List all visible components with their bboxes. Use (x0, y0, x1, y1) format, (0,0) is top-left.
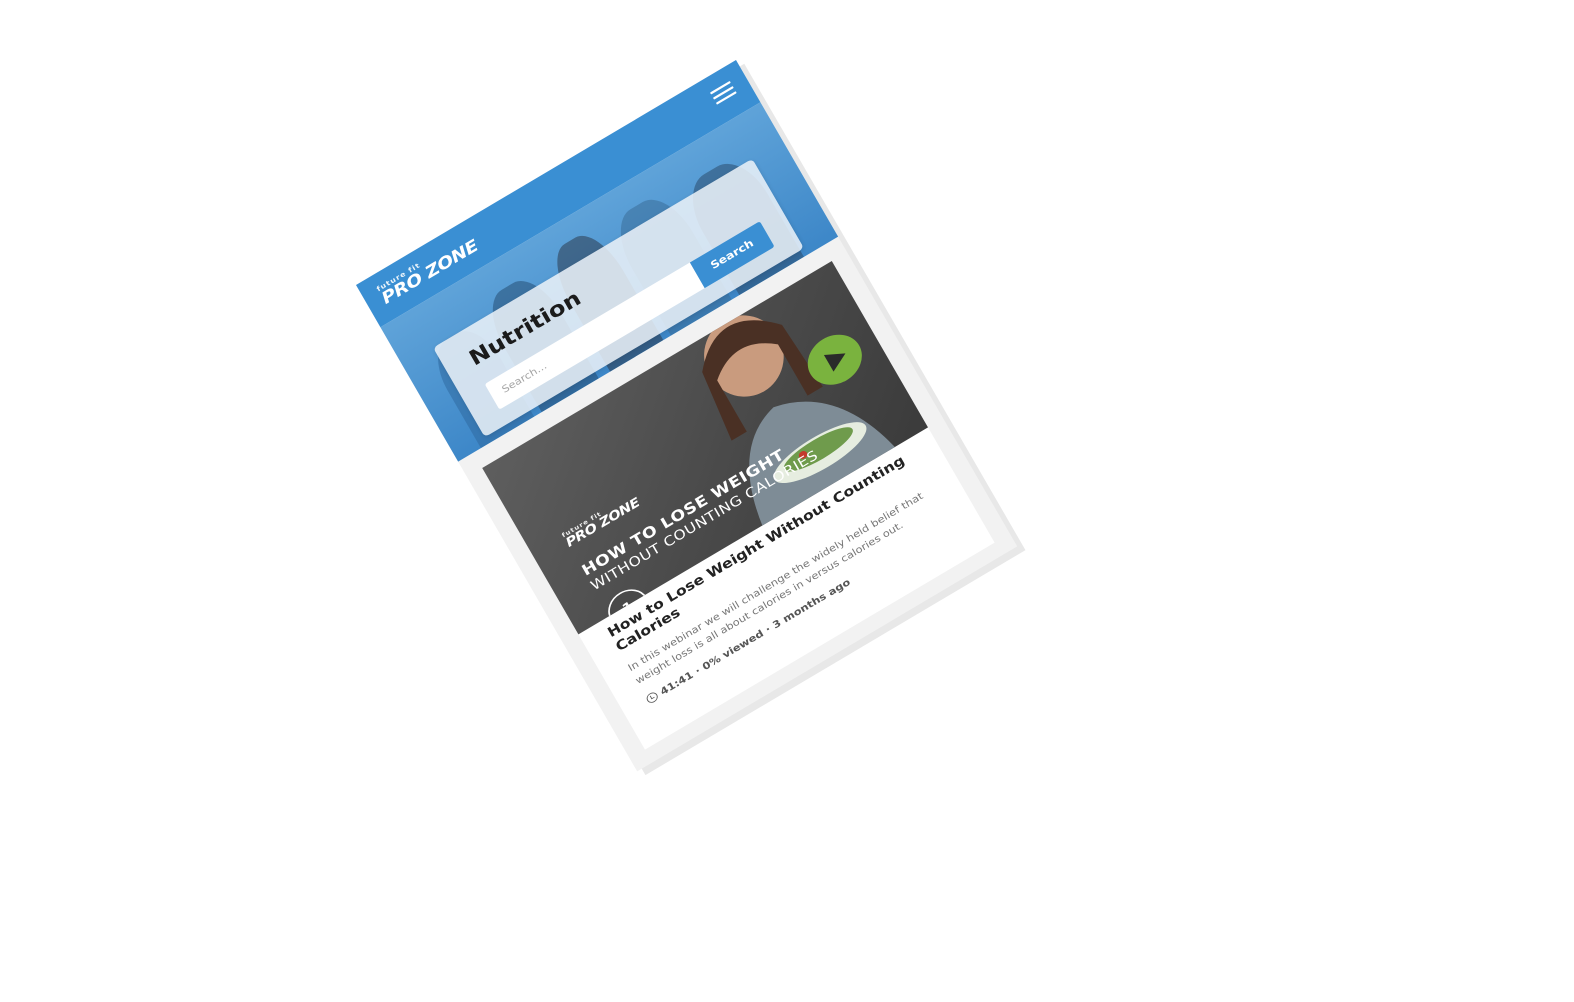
play-triangle (823, 345, 851, 372)
phone-screen: future fit PRO ZONE Nutrition Search... … (356, 60, 1018, 772)
hamburger-menu-icon[interactable] (709, 80, 738, 107)
mockup-stage: future fit PRO ZONE Nutrition Search... … (0, 0, 1574, 1002)
clock-icon (644, 690, 660, 705)
